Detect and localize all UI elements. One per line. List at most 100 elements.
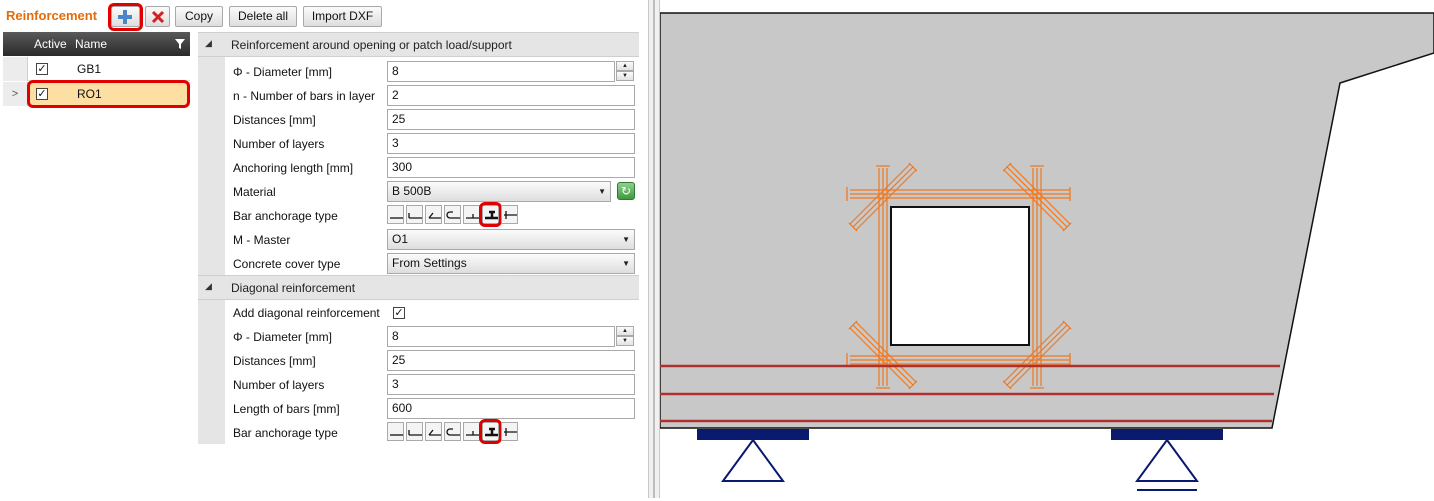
diagonal-anchorage-1-button[interactable] — [387, 422, 404, 441]
add-button[interactable] — [111, 6, 140, 27]
opening-anchorage-1-button[interactable] — [387, 205, 404, 224]
support-triangle — [1135, 438, 1199, 482]
opening-anchorage-7-button[interactable] — [501, 205, 518, 224]
distances-input[interactable]: 25 — [387, 109, 635, 130]
anchorage-icon — [504, 428, 517, 436]
anchorage-icon — [428, 429, 441, 436]
layers-label: Number of layers — [233, 137, 325, 151]
diameter-input[interactable]: 8 — [387, 61, 615, 82]
anchorage-icon — [466, 431, 479, 436]
row-gutter — [198, 57, 225, 275]
add-diagonal-label: Add diagonal reinforcement — [233, 306, 380, 320]
anchorage-icon — [504, 211, 517, 219]
diameter-spinner[interactable]: ▲ ▼ — [616, 61, 634, 82]
diagonal-anchorage-4-button[interactable] — [444, 422, 461, 441]
bars-label: n - Number of bars in layer — [233, 89, 376, 103]
diagonal-anchorage-2-button[interactable] — [406, 422, 423, 441]
cover-value: From Settings — [392, 256, 467, 270]
diagonal-layers-input[interactable]: 3 — [387, 374, 635, 395]
layers-input[interactable]: 3 — [387, 133, 635, 154]
diagonal-diameter-label: Φ - Diameter [mm] — [233, 330, 332, 344]
anchorage-icon — [485, 210, 498, 220]
grid-header: Active Name — [3, 32, 190, 56]
anchorage-icon — [485, 427, 498, 437]
delete-all-button[interactable]: Delete all — [229, 6, 297, 27]
anchorage-label: Bar anchorage type — [233, 209, 338, 223]
diagonal-anchorage-label: Bar anchorage type — [233, 426, 338, 440]
opening-anchorage-5-button[interactable] — [463, 205, 480, 224]
property-grid: ◢ Reinforcement around opening or patch … — [198, 32, 639, 444]
column-active[interactable]: Active — [34, 32, 67, 56]
anchorage-icon — [428, 212, 441, 219]
drawing-canvas[interactable] — [659, 0, 1434, 498]
master-select[interactable]: O1 ▼ — [387, 229, 635, 250]
material-value: B 500B — [392, 184, 432, 198]
collapse-icon[interactable]: ◢ — [205, 281, 212, 292]
chevron-down-icon: ▼ — [598, 187, 606, 196]
anchorage-type-group — [387, 202, 527, 227]
add-diagonal-checkbox[interactable]: ✓ — [393, 307, 405, 319]
row-indicator[interactable] — [3, 57, 28, 81]
distances-label: Distances [mm] — [233, 113, 316, 127]
bars-input[interactable]: 2 — [387, 85, 635, 106]
opening-anchorage-2-button[interactable] — [406, 205, 423, 224]
collapse-icon[interactable]: ◢ — [205, 38, 212, 49]
length-label: Length of bars [mm] — [233, 402, 340, 416]
cover-select[interactable]: From Settings ▼ — [387, 253, 635, 274]
active-checkbox[interactable]: ✓ — [36, 88, 48, 100]
anchorage-icon — [466, 214, 479, 219]
cover-label: Concrete cover type — [233, 257, 341, 271]
opening-anchorage-3-button[interactable] — [425, 205, 442, 224]
diagonal-anchorage-5-button[interactable] — [463, 422, 480, 441]
material-select[interactable]: B 500B ▼ — [387, 181, 611, 202]
active-checkbox[interactable]: ✓ — [36, 63, 48, 75]
diagonal-anchorage-6-button[interactable] — [482, 422, 499, 441]
table-row[interactable]: > ✓ RO1 — [3, 82, 190, 106]
anchorage-icon — [446, 211, 460, 219]
material-label: Material — [233, 185, 276, 199]
row-gutter — [198, 300, 225, 444]
diagonal-diameter-spinner[interactable]: ▲ ▼ — [616, 326, 634, 347]
reinforcement-grid: Active Name ✓ GB1 > ✓ RO1 — [3, 32, 190, 112]
import-dxf-button[interactable]: Import DXF — [303, 6, 382, 27]
diagonal-distances-input[interactable]: 25 — [387, 350, 635, 371]
anchoring-label: Anchoring length [mm] — [233, 161, 354, 175]
table-row[interactable]: ✓ GB1 — [3, 57, 190, 81]
structure-drawing — [659, 12, 1434, 491]
diagonal-distances-label: Distances [mm] — [233, 354, 316, 368]
section-header-opening[interactable]: ◢ Reinforcement around opening or patch … — [198, 32, 639, 57]
diameter-label: Φ - Diameter [mm] — [233, 65, 332, 79]
diagonal-anchorage-7-button[interactable] — [501, 422, 518, 441]
anchorage-icon — [390, 434, 403, 436]
support-triangle — [721, 438, 785, 482]
opening-anchorage-6-button[interactable] — [482, 205, 499, 224]
diagonal-layers-label: Number of layers — [233, 378, 325, 392]
anchorage-icon — [408, 430, 422, 436]
refresh-icon[interactable]: ↻ — [617, 182, 635, 200]
row-name: GB1 — [77, 62, 102, 76]
current-row-indicator[interactable]: > — [3, 82, 28, 106]
chevron-down-icon: ▼ — [622, 235, 630, 244]
copy-button[interactable]: Copy — [175, 6, 223, 27]
filter-icon[interactable] — [175, 39, 185, 49]
anchoring-input[interactable]: 300 — [387, 157, 635, 178]
panel-splitter[interactable] — [648, 0, 660, 498]
chevron-down-icon: ▼ — [622, 259, 630, 268]
anchorage-icon — [408, 213, 422, 219]
column-name[interactable]: Name — [75, 32, 107, 56]
diagonal-diameter-input[interactable]: 8 — [387, 326, 615, 347]
row-name: RO1 — [77, 87, 102, 101]
toolbar: Reinforcement Copy Delete all Import DXF — [0, 0, 648, 32]
delete-button[interactable] — [145, 6, 170, 27]
diagonal-anchorage-3-button[interactable] — [425, 422, 442, 441]
master-label: M - Master — [233, 233, 291, 247]
delete-x-icon — [151, 10, 165, 24]
anchorage-icon — [446, 428, 460, 436]
section-title: Reinforcement around opening or patch lo… — [231, 38, 512, 52]
opening — [890, 206, 1030, 346]
section-header-diagonal[interactable]: ◢ Diagonal reinforcement — [198, 275, 639, 300]
master-value: O1 — [392, 232, 409, 246]
plus-icon — [118, 10, 132, 24]
opening-anchorage-4-button[interactable] — [444, 205, 461, 224]
length-input[interactable]: 600 — [387, 398, 635, 419]
